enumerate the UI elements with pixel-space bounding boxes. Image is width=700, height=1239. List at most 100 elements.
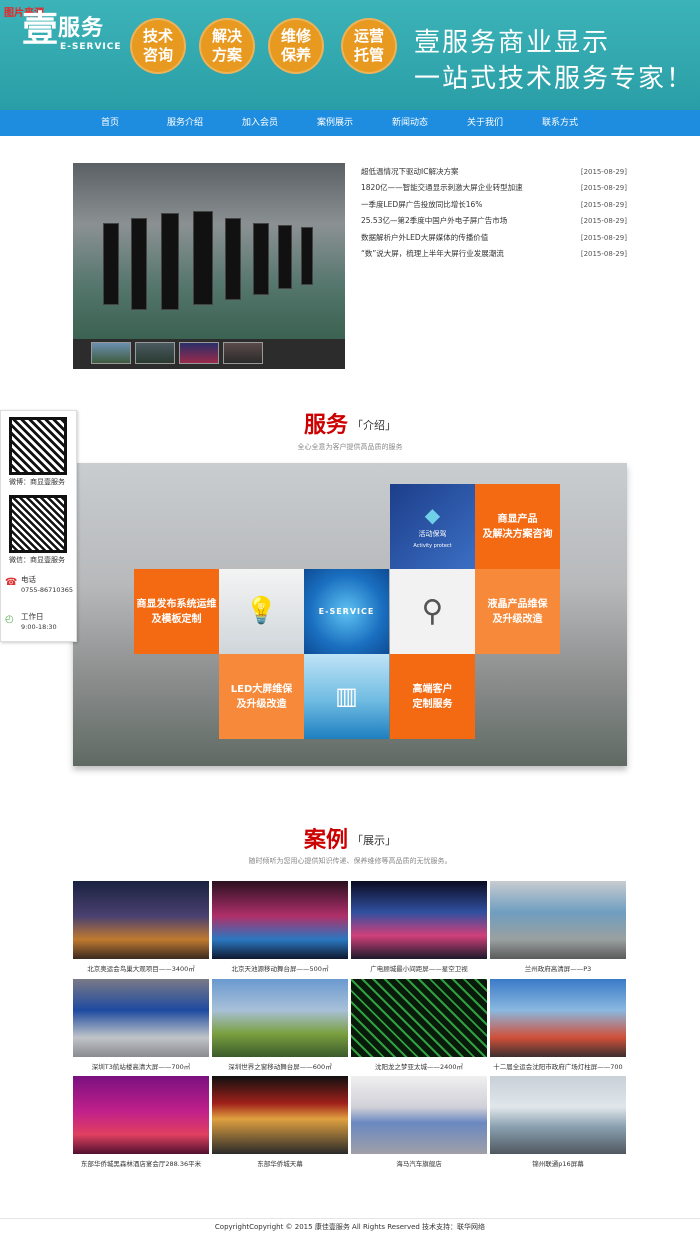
diamond-icon: ◆ [424, 503, 441, 527]
case-image[interactable] [351, 979, 487, 1057]
phone-label: 电话 [21, 575, 36, 584]
tile-city-image[interactable]: ▥ [304, 654, 389, 739]
case-caption[interactable]: 十二届全运会沈阳市政府广场灯柱屏——700 [490, 1061, 626, 1071]
case-caption[interactable]: 北京天池源移动舞台屏——500㎡ [212, 963, 348, 973]
nav-news[interactable]: 新闻动态 [375, 110, 445, 136]
case-image[interactable] [351, 1076, 487, 1154]
slider-thumb[interactable] [179, 342, 219, 364]
weibo-qr-code [9, 417, 67, 475]
tile-product-consult[interactable]: 商显产品 及解决方案咨询 [475, 484, 560, 569]
news-date: [2015-08-29] [580, 184, 627, 192]
news-date: [2015-08-29] [580, 201, 627, 209]
case-image[interactable] [73, 1076, 209, 1154]
contact-side-widget: 微博：商显壹服务 微信：商显壹服务 ☎ 电话 0755-86710365 ◴ 工… [0, 410, 77, 642]
tile-label: 商显产品 [497, 513, 538, 525]
services-subtitle: 全心全意为客户提供高品质的服务 [297, 443, 403, 451]
display-stand [103, 223, 119, 305]
case-image[interactable] [73, 979, 209, 1057]
news-item[interactable]: 一季度LED屏广告投放同比增长16% [2015-08-29] [361, 197, 627, 213]
case-image[interactable] [490, 979, 626, 1057]
logo-text[interactable]: 服务 [58, 10, 104, 42]
case-caption[interactable]: 锦州联通p16屏幕 [490, 1158, 626, 1168]
nav-join[interactable]: 加入会员 [225, 110, 295, 136]
tile-eservice[interactable]: E-SERVICE [304, 569, 389, 654]
news-title[interactable]: 数据解析户外LED大屏媒体的传播价值 [361, 230, 488, 246]
tile-label: 定制服务 [412, 698, 453, 710]
case-caption[interactable]: 沈阳龙之梦亚太城——2400㎡ [351, 1061, 487, 1071]
news-title[interactable]: 1820亿——智能交通显示刺激大屏企业转型加速 [361, 180, 523, 196]
badge-solution[interactable]: 解决 方案 [199, 18, 255, 74]
services-title: 服务 [304, 413, 349, 438]
slider-thumb[interactable] [223, 342, 263, 364]
case-caption[interactable]: 海马汽车旗舰店 [351, 1158, 487, 1168]
news-title[interactable]: 一季度LED屏广告投放同比增长16% [361, 197, 482, 213]
case-image[interactable] [490, 881, 626, 959]
slider-thumb[interactable] [135, 342, 175, 364]
logo-subtitle: E-SERVICE [60, 42, 122, 52]
header-banner: 图片来源 壹 服务 E-SERVICE 技术 咨询 解决 方案 维修 保养 运营… [0, 0, 700, 110]
badge-line: 托管 [353, 46, 384, 64]
cases-title: 案例 [304, 828, 349, 853]
nav-cases[interactable]: 案例展示 [300, 110, 370, 136]
wechat-qr-code [9, 495, 67, 553]
case-image[interactable] [212, 881, 348, 959]
badge-line: 维修 [280, 27, 311, 45]
tile-system-ops[interactable]: 商显发布系统运维 及模板定制 [134, 569, 219, 654]
tile-custom-service[interactable]: 高端客户 定制服务 [390, 654, 475, 739]
tile-label: 及升级改造 [236, 698, 287, 710]
tile-activity-protect[interactable]: ◆ 活动保驾 Activity protect [390, 484, 475, 569]
news-item[interactable]: 超低温情况下驱动IC解决方案 [2015-08-29] [361, 164, 627, 180]
display-stand [161, 213, 179, 310]
nav-about[interactable]: 关于我们 [450, 110, 520, 136]
nav-home[interactable]: 首页 [75, 110, 145, 136]
magnifier-icon: ⚲ [421, 594, 444, 629]
services-title-suffix: 「介绍」 [352, 419, 396, 432]
slider-photo [73, 163, 345, 339]
nav-contact[interactable]: 联系方式 [525, 110, 595, 136]
footer-copyright: CopyrightCopyright © 2015 康佳壹服务 All Righ… [214, 1223, 486, 1231]
tile-lcd-maintenance[interactable]: 液晶产品维保 及升级改造 [475, 569, 560, 654]
slider-thumb[interactable] [91, 342, 131, 364]
tile-led-maintenance[interactable]: LED大屏维保 及升级改造 [219, 654, 304, 739]
badge-maintenance[interactable]: 维修 保养 [268, 18, 324, 74]
case-image[interactable] [490, 1076, 626, 1154]
tile-label: E-SERVICE [318, 607, 375, 616]
tile-label: 及升级改造 [492, 613, 543, 625]
display-stand [301, 227, 313, 285]
nav-services[interactable]: 服务介绍 [150, 110, 220, 136]
news-title[interactable]: “数”说大屏，梳理上半年大屏行业发展潮流 [361, 246, 504, 262]
tile-label: 及解决方案咨询 [482, 528, 553, 540]
tile-label: LED大屏维保 [230, 683, 293, 695]
case-caption[interactable]: 东部华侨城黑森林酒店宴会厅288.36平米 [73, 1158, 209, 1168]
case-caption[interactable]: 深圳T3航站楼高清大屏——700㎡ [73, 1061, 209, 1071]
case-caption[interactable]: 广电顾城最小间距屏——星空卫视 [351, 963, 487, 973]
case-caption[interactable]: 东部华侨城天幕 [212, 1158, 348, 1168]
cases-subtitle: 随时倾听为您用心提供知识传递、保养维修等高品质的无忧服务。 [248, 857, 452, 865]
news-item[interactable]: “数”说大屏，梳理上半年大屏行业发展潮流 [2015-08-29] [361, 246, 627, 262]
case-caption[interactable]: 深圳世界之窗移动舞台屏——600㎡ [212, 1061, 348, 1071]
news-item[interactable]: 数据解析户外LED大屏媒体的传播价值 [2015-08-29] [361, 230, 627, 246]
badge-operation[interactable]: 运营 托管 [341, 18, 397, 74]
news-item[interactable]: 1820亿——智能交通显示刺激大屏企业转型加速 [2015-08-29] [361, 180, 627, 196]
image-slider[interactable] [73, 163, 345, 369]
display-stand [131, 218, 147, 310]
case-image[interactable] [73, 881, 209, 959]
news-date: [2015-08-29] [580, 250, 627, 258]
case-image[interactable] [212, 979, 348, 1057]
phone-icon: ☎ [5, 577, 18, 588]
display-stand [193, 211, 213, 305]
case-caption[interactable]: 兰州政府高清屏——P3 [490, 963, 626, 973]
news-title[interactable]: 25.53亿—第2季度中国户外电子屏广告市场 [361, 213, 507, 229]
case-caption[interactable]: 北京奥运会鸟巢大观项目——3400㎡ [73, 963, 209, 973]
tile-bulb-image[interactable]: 💡 [219, 569, 304, 654]
tile-magnifier-image[interactable]: ⚲ [390, 569, 475, 654]
news-title[interactable]: 超低温情况下驱动IC解决方案 [361, 164, 458, 180]
badge-tech-consult[interactable]: 技术 咨询 [130, 18, 186, 74]
case-image[interactable] [351, 881, 487, 959]
phone-number[interactable]: 0755-86710365 [21, 586, 87, 594]
lightbulb-icon: 💡 [245, 596, 278, 626]
case-image[interactable] [212, 1076, 348, 1154]
logo-mark[interactable]: 壹 [22, 8, 58, 52]
news-item[interactable]: 25.53亿—第2季度中国户外电子屏广告市场 [2015-08-29] [361, 213, 627, 229]
slogan-line-2: 一站式技术服务专家！ [414, 64, 695, 94]
